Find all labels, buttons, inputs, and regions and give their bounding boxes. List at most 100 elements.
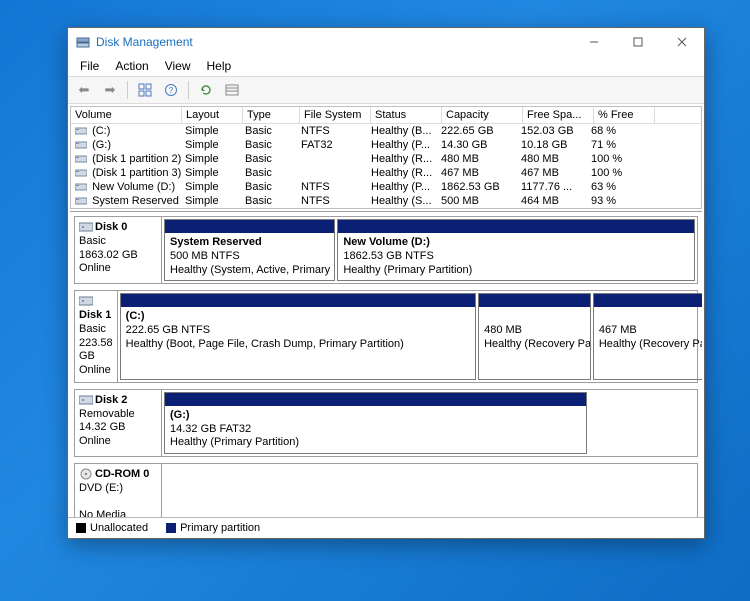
- cell-layout: Simple: [181, 138, 241, 152]
- disk-info: Disk 1Basic223.58 GBOnline: [75, 291, 118, 382]
- volume-row[interactable]: New Volume (D:)SimpleBasicNTFSHealthy (P…: [71, 180, 701, 194]
- minimize-button[interactable]: [572, 28, 616, 56]
- cell-pct: 100 %: [587, 166, 647, 180]
- menu-file[interactable]: File: [74, 58, 105, 74]
- disk-row[interactable]: Disk 1Basic223.58 GBOnline (C:)222.65 GB…: [74, 290, 698, 383]
- swatch-primary-icon: [166, 523, 176, 533]
- partition-stripe: [165, 220, 334, 233]
- disk-row[interactable]: Disk 0Basic1863.02 GBOnlineSystem Reserv…: [74, 216, 698, 284]
- partition-body: 467 MBHealthy (Recovery Partition: [594, 307, 702, 354]
- partition-stripe: [479, 294, 590, 307]
- legend-unallocated: Unallocated: [76, 522, 148, 534]
- partition-body: System Reserved500 MB NTFSHealthy (Syste…: [165, 233, 334, 280]
- views-button[interactable]: [133, 78, 157, 102]
- legend: Unallocated Primary partition: [68, 517, 704, 538]
- cell-capacity: 222.65 GB: [437, 124, 517, 138]
- disk-partitions: System Reserved500 MB NTFSHealthy (Syste…: [162, 217, 697, 283]
- toolbar-separator: [127, 81, 128, 99]
- cell-layout: Simple: [181, 124, 241, 138]
- cell-capacity: 480 MB: [437, 152, 517, 166]
- partition-body: (G:)14.32 GB FAT32Healthy (Primary Parti…: [165, 406, 586, 453]
- cell-layout: Simple: [181, 166, 241, 180]
- cell-type: Basic: [241, 152, 297, 166]
- toolbar-separator: [188, 81, 189, 99]
- partition[interactable]: (G:)14.32 GB FAT32Healthy (Primary Parti…: [164, 392, 587, 454]
- volume-list: Volume Layout Type File System Status Ca…: [70, 106, 702, 209]
- col-capacity[interactable]: Capacity: [442, 107, 523, 123]
- cell-fs: NTFS: [297, 194, 367, 208]
- cell-type: Basic: [241, 166, 297, 180]
- col-volume[interactable]: Volume: [71, 107, 182, 123]
- partition-stripe: [338, 220, 694, 233]
- cell-status: Healthy (S...: [367, 194, 437, 208]
- disk-info: Disk 0Basic1863.02 GBOnline: [75, 217, 162, 283]
- cell-pct: 71 %: [587, 138, 647, 152]
- partition-stripe: [121, 294, 475, 307]
- list-icon: [225, 83, 239, 97]
- cell-fs: NTFS: [297, 180, 367, 194]
- disk-partitions: (G:)14.32 GB FAT32Healthy (Primary Parti…: [162, 390, 589, 456]
- cell-type: Basic: [241, 124, 297, 138]
- partition[interactable]: (C:)222.65 GB NTFSHealthy (Boot, Page Fi…: [120, 293, 476, 380]
- close-button[interactable]: [660, 28, 704, 56]
- volume-list-header[interactable]: Volume Layout Type File System Status Ca…: [71, 107, 701, 124]
- cell-fs: [297, 152, 367, 166]
- col-type[interactable]: Type: [243, 107, 300, 123]
- col-filesystem[interactable]: File System: [300, 107, 371, 123]
- cell-volume: (Disk 1 partition 3): [71, 166, 181, 180]
- partition[interactable]: 480 MBHealthy (Recovery Partition: [478, 293, 591, 380]
- volume-row[interactable]: (Disk 1 partition 2)SimpleBasicHealthy (…: [71, 152, 701, 166]
- help-button[interactable]: ?: [159, 78, 183, 102]
- disk-row[interactable]: Disk 2Removable14.32 GBOnline (G:)14.32 …: [74, 389, 698, 457]
- maximize-button[interactable]: [616, 28, 660, 56]
- nav-forward-button[interactable]: ➡: [98, 78, 122, 102]
- col-status[interactable]: Status: [371, 107, 442, 123]
- partition[interactable]: New Volume (D:)1862.53 GB NTFSHealthy (P…: [337, 219, 695, 281]
- menubar: File Action View Help: [68, 56, 704, 76]
- refresh-button[interactable]: [194, 78, 218, 102]
- menu-view[interactable]: View: [159, 58, 197, 74]
- cell-layout: Simple: [181, 180, 241, 194]
- cell-status: Healthy (R...: [367, 166, 437, 180]
- refresh-icon: [199, 83, 213, 97]
- col-pctfree[interactable]: % Free: [594, 107, 655, 123]
- arrow-right-icon: ➡: [105, 82, 116, 98]
- volume-row[interactable]: System ReservedSimpleBasicNTFSHealthy (S…: [71, 194, 701, 208]
- cell-volume: System Reserved: [71, 194, 181, 208]
- cell-capacity: 14.30 GB: [437, 138, 517, 152]
- cell-free: 10.18 GB: [517, 138, 587, 152]
- disk-info: CD-ROM 0DVD (E:)No Media: [75, 464, 162, 517]
- volume-row[interactable]: (Disk 1 partition 3)SimpleBasic Healthy (…: [71, 166, 701, 180]
- partition-body: 480 MBHealthy (Recovery Partition: [479, 307, 590, 354]
- toolbar: ⬅ ➡ ?: [68, 76, 704, 104]
- list-button[interactable]: [220, 78, 244, 102]
- cell-volume: (G:): [71, 138, 181, 152]
- partition-body: (C:)222.65 GB NTFSHealthy (Boot, Page Fi…: [121, 307, 475, 354]
- graphical-view[interactable]: Disk 0Basic1863.02 GBOnlineSystem Reserv…: [70, 211, 702, 517]
- cell-status: Healthy (P...: [367, 138, 437, 152]
- volume-row[interactable]: (C:)SimpleBasicNTFSHealthy (B...222.65 G…: [71, 124, 701, 138]
- cell-pct: 68 %: [587, 124, 647, 138]
- titlebar[interactable]: Disk Management: [68, 28, 704, 56]
- cell-layout: Simple: [181, 194, 241, 208]
- cell-free: 464 MB: [517, 194, 587, 208]
- col-layout[interactable]: Layout: [182, 107, 243, 123]
- menu-help[interactable]: Help: [201, 58, 238, 74]
- cell-status: Healthy (R...: [367, 152, 437, 166]
- cell-capacity: 467 MB: [437, 166, 517, 180]
- partition-body: New Volume (D:)1862.53 GB NTFSHealthy (P…: [338, 233, 694, 280]
- volume-row[interactable]: (G:)SimpleBasicFAT32Healthy (P...14.30 G…: [71, 138, 701, 152]
- nav-back-button[interactable]: ⬅: [72, 78, 96, 102]
- menu-action[interactable]: Action: [109, 58, 154, 74]
- disk-row[interactable]: CD-ROM 0DVD (E:)No Media: [74, 463, 698, 517]
- disk-partitions: [162, 464, 697, 517]
- disk-partitions: (C:)222.65 GB NTFSHealthy (Boot, Page Fi…: [118, 291, 702, 382]
- partition[interactable]: System Reserved500 MB NTFSHealthy (Syste…: [164, 219, 335, 281]
- partition[interactable]: 467 MBHealthy (Recovery Partition: [593, 293, 702, 380]
- col-free[interactable]: Free Spa...: [523, 107, 594, 123]
- app-icon: [76, 35, 90, 49]
- cell-pct: 100 %: [587, 152, 647, 166]
- partition-stripe: [165, 393, 586, 406]
- cell-type: Basic: [241, 194, 297, 208]
- cell-volume: (Disk 1 partition 2): [71, 152, 181, 166]
